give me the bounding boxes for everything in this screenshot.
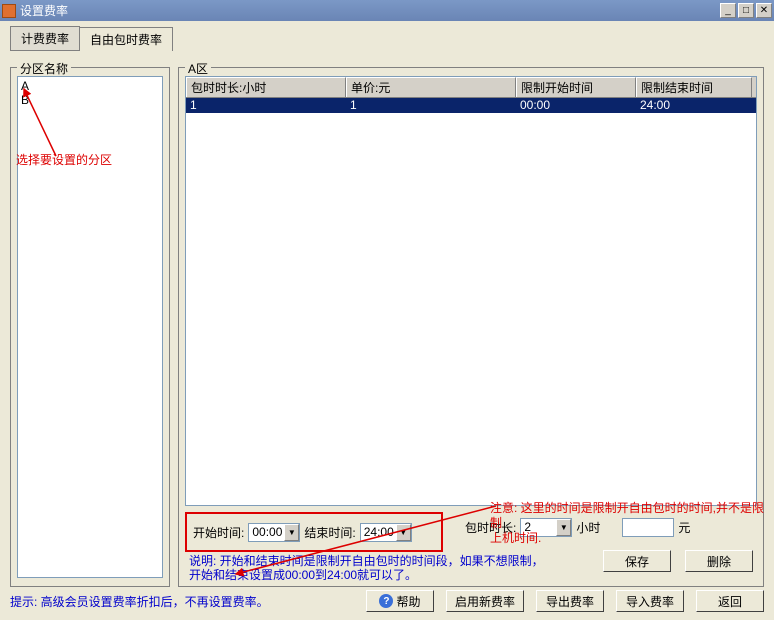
- delete-button[interactable]: 删除: [685, 550, 753, 572]
- export-rate-button[interactable]: 导出费率: [536, 590, 604, 612]
- rate-caption: A区: [185, 60, 211, 77]
- app-icon: [2, 4, 16, 18]
- help-icon: ?: [379, 594, 393, 608]
- tip-text: 提示: 高级会员设置费率折扣后，不再设置费率。: [10, 593, 269, 610]
- bottom-bar: 提示: 高级会员设置费率折扣后，不再设置费率。 ?帮助 启用新费率 导出费率 导…: [10, 588, 764, 614]
- chevron-down-icon: ▼: [284, 524, 299, 541]
- end-time-combo[interactable]: 24:00 ▼: [360, 523, 412, 542]
- zone-group: 分区名称 A B: [10, 67, 170, 587]
- start-time-value: 00:00: [252, 525, 282, 539]
- cell-hours: 1: [186, 98, 346, 113]
- title-bar: 设置费率 _ □ ✕: [0, 0, 774, 21]
- rate-table: 包时时长:小时 单价:元 限制开始时间 限制结束时间 1 1 00:00 24:…: [185, 76, 757, 506]
- import-rate-button[interactable]: 导入费率: [616, 590, 684, 612]
- col-end[interactable]: 限制结束时间: [636, 77, 752, 97]
- save-button[interactable]: 保存: [603, 550, 671, 572]
- col-hours[interactable]: 包时时长:小时: [186, 77, 346, 97]
- annotation-right: 注意: 这里的时间是限制开自由包时的时间,并不是限制 上机时间.: [490, 501, 774, 546]
- zone-caption: 分区名称: [17, 60, 71, 77]
- cell-start: 00:00: [516, 98, 636, 113]
- back-button[interactable]: 返回: [696, 590, 764, 612]
- zone-item-b[interactable]: B: [21, 93, 159, 107]
- col-price[interactable]: 单价:元: [346, 77, 516, 97]
- tab-billing-rate[interactable]: 计费费率: [10, 26, 80, 51]
- window-title: 设置费率: [20, 2, 68, 19]
- cell-end: 24:00: [636, 98, 752, 113]
- chevron-down-icon: ▼: [396, 524, 411, 541]
- help-button[interactable]: ?帮助: [366, 590, 434, 612]
- end-time-label: 结束时间:: [304, 524, 355, 541]
- enable-rate-button[interactable]: 启用新费率: [446, 590, 524, 612]
- time-limit-box: 开始时间: 00:00 ▼ 结束时间: 24:00 ▼: [185, 512, 443, 552]
- zone-item-a[interactable]: A: [21, 79, 159, 93]
- end-time-value: 24:00: [364, 525, 394, 539]
- start-time-combo[interactable]: 00:00 ▼: [248, 523, 300, 542]
- maximize-button[interactable]: □: [738, 3, 754, 18]
- table-header: 包时时长:小时 单价:元 限制开始时间 限制结束时间: [186, 77, 756, 98]
- tab-strip: 计费费率 自由包时费率: [10, 31, 764, 51]
- col-start[interactable]: 限制开始时间: [516, 77, 636, 97]
- minimize-button[interactable]: _: [720, 3, 736, 18]
- tab-free-package-rate[interactable]: 自由包时费率: [79, 27, 173, 51]
- cell-price: 1: [346, 98, 516, 113]
- start-time-label: 开始时间:: [193, 524, 244, 541]
- close-button[interactable]: ✕: [756, 3, 772, 18]
- annotation-left: 选择要设置的分区: [16, 151, 112, 168]
- table-row[interactable]: 1 1 00:00 24:00: [186, 98, 756, 113]
